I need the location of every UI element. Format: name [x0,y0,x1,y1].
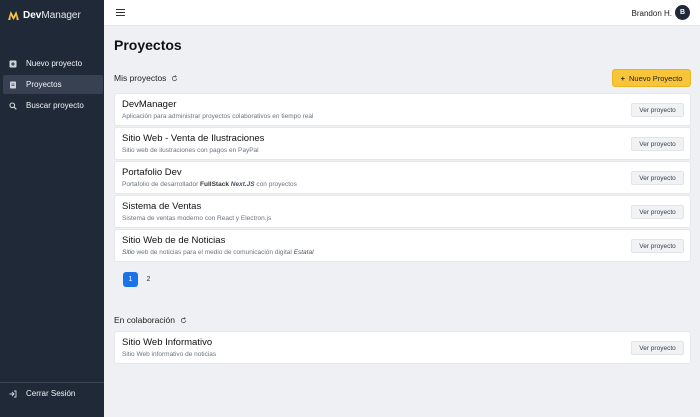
avatar[interactable]: B [675,5,690,20]
view-project-button[interactable]: Ver proyecto [631,103,684,117]
project-description: Sitio web de noticias para el medio de c… [122,249,314,256]
user-name[interactable]: Brandon H. [632,9,672,18]
desc-text: web de noticias para el medio de comunic… [134,249,294,256]
brand-logo[interactable]: Dev Manager [8,10,81,21]
project-card-ilustraciones: Sitio Web - Venta de Ilustraciones Sitio… [114,127,691,160]
desc-italic: Sitio [122,249,135,256]
sidebar-item-proyectos[interactable]: Proyectos [3,75,103,94]
sidebar-item-nuevo-proyecto[interactable]: Nuevo proyecto [3,54,103,73]
top-bar: Brandon H. B [104,0,700,26]
view-project-button[interactable]: Ver proyecto [631,171,684,185]
my-projects-heading: Mis proyectos [114,73,167,83]
collab-heading: En colaboración [114,315,175,325]
desc-bold: FullStack [200,181,229,188]
new-project-button[interactable]: + Nuevo Proyecto [612,69,691,87]
project-title: Sistema de Ventas [122,201,202,212]
project-description: Portafolio de desarrollador FullStack Ne… [122,181,297,188]
logout-icon [9,390,17,398]
project-title: Sitio Web Informativo [122,337,213,348]
collab-header: En colaboración [114,315,187,325]
view-project-button[interactable]: Ver proyecto [631,239,684,253]
sidebar-item-label: Buscar proyecto [26,101,84,110]
brand-icon [8,11,19,20]
page-title: Proyectos [114,37,182,53]
desc-italic: Estatal [293,249,314,256]
view-project-button[interactable]: Ver proyecto [631,137,684,151]
project-card-portafolio: Portafolio Dev Portafolio de desarrollad… [114,161,691,194]
project-title: Sitio Web - Venta de Ilustraciones [122,133,265,144]
sidebar-divider [0,382,104,383]
project-title: Sitio Web de de Noticias [122,235,226,246]
project-card-noticias: Sitio Web de de Noticias Sitio web de no… [114,229,691,262]
logout-button[interactable]: Cerrar Sesión [3,384,103,403]
project-description: Aplicación para administrar proyectos co… [122,113,314,120]
project-card-devmanager: DevManager Aplicación para administrar p… [114,93,691,126]
pagination-page-1[interactable]: 1 [123,272,138,287]
new-project-label: Nuevo Proyecto [629,73,683,83]
project-description: Sistema de ventas moderno con React y El… [122,215,272,222]
refresh-icon[interactable] [180,316,187,324]
brand-name-bold: Dev [23,10,42,21]
sidebar-item-buscar-proyecto[interactable]: Buscar proyecto [3,96,103,115]
desc-text: Portafolio de desarrollador [122,181,201,188]
plus-square-icon [9,60,17,68]
plus-icon: + [620,73,625,83]
my-projects-header: Mis proyectos [114,73,178,83]
sidebar-item-label: Proyectos [26,80,62,89]
project-title: Portafolio Dev [122,167,182,178]
hamburger-menu-icon[interactable] [116,8,125,17]
project-description: Sitio web de ilustraciones con pagos en … [122,147,259,154]
refresh-icon[interactable] [171,74,178,82]
view-project-button[interactable]: Ver proyecto [631,205,684,219]
project-card-ventas: Sistema de Ventas Sistema de ventas mode… [114,195,691,228]
search-icon [9,101,17,110]
sidebar-item-label: Nuevo proyecto [26,59,83,68]
logout-label: Cerrar Sesión [26,389,76,398]
desc-text: con proyectos [254,181,297,188]
sidebar: Dev Manager Nuevo proyecto Proyectos Busc… [0,0,104,417]
project-description: Sitio Web informativo de noticias [122,351,217,358]
view-project-button[interactable]: Ver proyecto [631,341,684,355]
brand-name-light: Manager [41,10,81,21]
desc-italic: Next.JS [230,181,255,188]
document-icon [9,81,17,89]
project-title: DevManager [122,99,177,110]
collab-card-informativo: Sitio Web Informativo Sitio Web informat… [114,331,691,364]
pagination-page-2[interactable]: 2 [141,272,156,287]
